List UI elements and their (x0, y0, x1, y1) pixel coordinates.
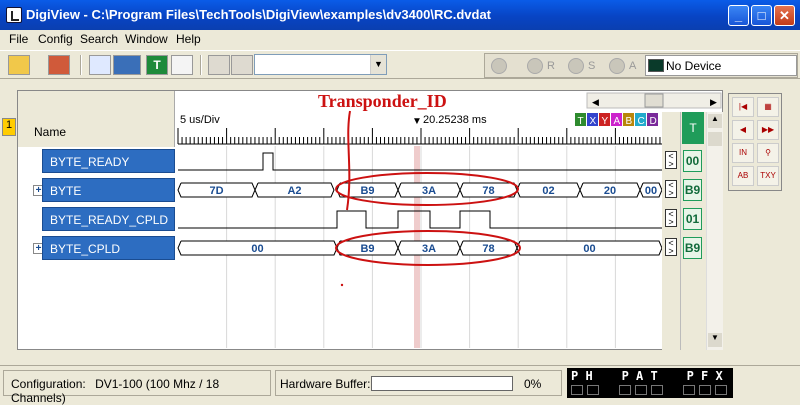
time-scale-label: 5 us/Div (180, 114, 220, 126)
scroll-thumb[interactable] (644, 93, 664, 108)
byte-bus-trace: 7D A2 B9 3A 78 02 20 00 (177, 182, 663, 198)
txy-icon[interactable]: TXY (757, 166, 779, 186)
buffer-panel: Hardware Buffer: 0% (275, 370, 562, 396)
signal-name-byte-ready[interactable]: BYTE_READY (42, 149, 175, 173)
signal-options-icon[interactable]: < > (665, 238, 677, 256)
trigger-marker-label: Y (602, 116, 609, 127)
configuration-panel: Configuration: DV1-100 (100 Mhz / 18 Cha… (3, 370, 271, 405)
bus-value: 3A (422, 243, 436, 255)
prev-edge-icon[interactable]: ◀ (732, 120, 754, 140)
bus-value: B9 (360, 243, 374, 255)
trigger-marker-label: A (614, 116, 621, 127)
scroll-thumb[interactable] (708, 132, 722, 146)
ab-cd-icon[interactable]: AB (732, 166, 754, 186)
signal-name-byte-ready-cpld[interactable]: BYTE_READY_CPLD (42, 207, 175, 231)
cursor-time-label: 20.25238 ms (423, 114, 487, 126)
indicator-led (587, 385, 599, 395)
cursor-marker-icon: ▼ (412, 116, 422, 127)
signal-options-column (662, 112, 680, 350)
bus-value: 20 (604, 185, 616, 197)
next-edge-icon[interactable]: ▶▶ (757, 120, 779, 140)
vertical-scrollbar[interactable]: ▲ ▼ (706, 112, 723, 350)
buffer-percent: 0% (524, 377, 542, 391)
bus-value: 00 (645, 185, 657, 197)
status-indicator: P H P A T P F X (567, 368, 733, 398)
bus-value: 7D (209, 185, 223, 197)
buffer-label: Hardware Buffer: (280, 377, 371, 391)
t-value-byte-ready[interactable]: 00 (683, 150, 702, 172)
signal-options-icon[interactable]: < > (665, 180, 677, 198)
indicator-led (635, 385, 647, 395)
buffer-progress (371, 376, 513, 391)
annotation-label: Transponder_ID (318, 91, 447, 111)
trigger-marker-label: B (626, 116, 633, 127)
configuration-label: Configuration: (11, 377, 86, 391)
trigger-markers: TXYABCD (575, 113, 658, 127)
trigger-marker-label: X (590, 116, 597, 127)
t-value-byte-cpld[interactable]: B9 (683, 237, 702, 259)
zoom-all-icon[interactable]: ▦ (757, 97, 779, 117)
signal-name-byte-cpld[interactable]: BYTE_CPLD (42, 236, 175, 260)
indicator-led (699, 385, 711, 395)
status-bar: Configuration: DV1-100 (100 Mhz / 18 Cha… (0, 365, 800, 405)
bus-value: 02 (542, 185, 554, 197)
bus-value: B9 (360, 185, 374, 197)
bus-value: A2 (287, 185, 301, 197)
signal-options-icon[interactable]: < > (665, 209, 677, 227)
scroll-right-icon[interactable]: ▶ (710, 97, 717, 107)
indicator-led (571, 385, 583, 395)
indicator-led (651, 385, 663, 395)
indicator-led (715, 385, 727, 395)
trigger-marker-label: T (578, 116, 584, 127)
signal-name-byte[interactable]: BYTE (42, 178, 175, 202)
bus-value: 78 (482, 185, 494, 197)
trigger-marker-label: C (638, 116, 645, 127)
indicator-led (683, 385, 695, 395)
time-ruler (177, 128, 662, 145)
annotation-dot (340, 283, 344, 287)
bus-value: 00 (583, 243, 595, 255)
scroll-left-icon[interactable]: ◀ (592, 97, 599, 107)
trigger-marker-label: D (650, 116, 657, 127)
bus-value: 3A (422, 185, 436, 197)
signal-options-icon[interactable]: < > (665, 151, 677, 169)
scroll-up-icon[interactable]: ▲ (708, 114, 722, 128)
bus-value: 00 (251, 243, 263, 255)
jump-start-icon[interactable]: |◀ (732, 97, 754, 117)
scroll-down-icon[interactable]: ▼ (708, 333, 722, 347)
trigger-value-column: T (680, 112, 708, 350)
byte-cpld-bus-trace: 00 B9 3A 78 00 (177, 240, 663, 256)
t-value-byte[interactable]: B9 (683, 179, 702, 201)
t-value-byte-ready-cpld[interactable]: 01 (683, 208, 702, 230)
bus-value: 78 (482, 243, 494, 255)
indicator-led (619, 385, 631, 395)
t-column-header: T (682, 112, 704, 144)
indicator-labels: P H P A T P F X (571, 369, 723, 383)
zoom-icon[interactable]: ⚲ (757, 143, 779, 163)
zoom-in-out-icon[interactable]: IN (732, 143, 754, 163)
tool-palette: |◀ ▦ ◀ ▶▶ IN ⚲ AB TXY (728, 93, 782, 191)
